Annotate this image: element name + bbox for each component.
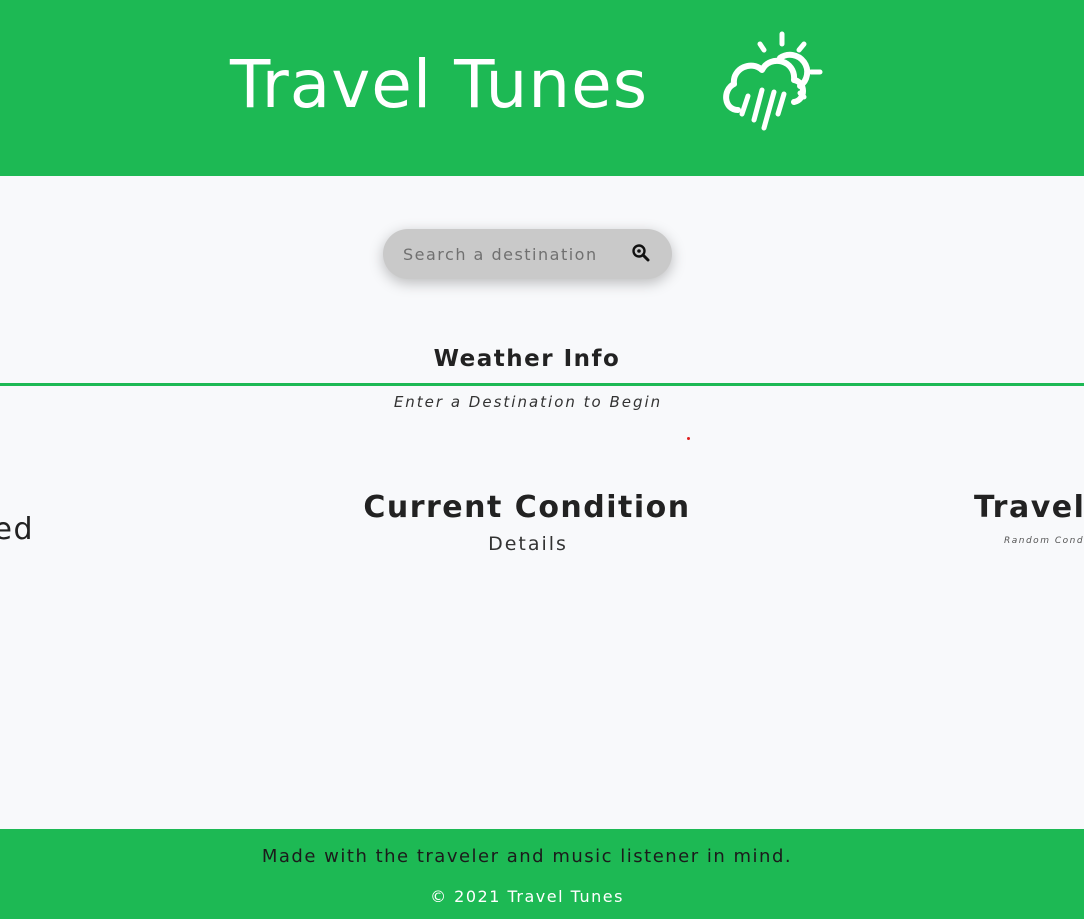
status-dot: [687, 437, 690, 440]
section-divider: [0, 383, 1084, 386]
search-bar: [383, 229, 672, 279]
weather-info-subtitle: Enter a Destination to Begin: [393, 393, 663, 411]
site-header: Travel Tunes: [0, 0, 1084, 176]
search-input[interactable]: [403, 229, 623, 279]
footer-copyright: © 2021 Travel Tunes: [430, 887, 624, 906]
right-column-subtitle: Random Cond: [1004, 536, 1084, 546]
weather-info-heading: Weather Info: [433, 346, 621, 372]
search-button[interactable]: [630, 243, 652, 265]
site-title: Travel Tunes: [230, 46, 649, 123]
current-condition-title: Current Condition: [363, 490, 691, 525]
footer-tagline: Made with the traveler and music listene…: [261, 846, 793, 867]
current-condition-details: Details: [488, 533, 568, 555]
page: Travel Tunes Weather Info Enter a Destin…: [0, 0, 1084, 919]
search-magnifier-icon: [632, 244, 650, 262]
site-footer: Made with the traveler and music listene…: [0, 829, 1084, 919]
right-column-title: Travel: [974, 490, 1084, 525]
weather-cloud-sun-rain-icon: [723, 31, 823, 131]
